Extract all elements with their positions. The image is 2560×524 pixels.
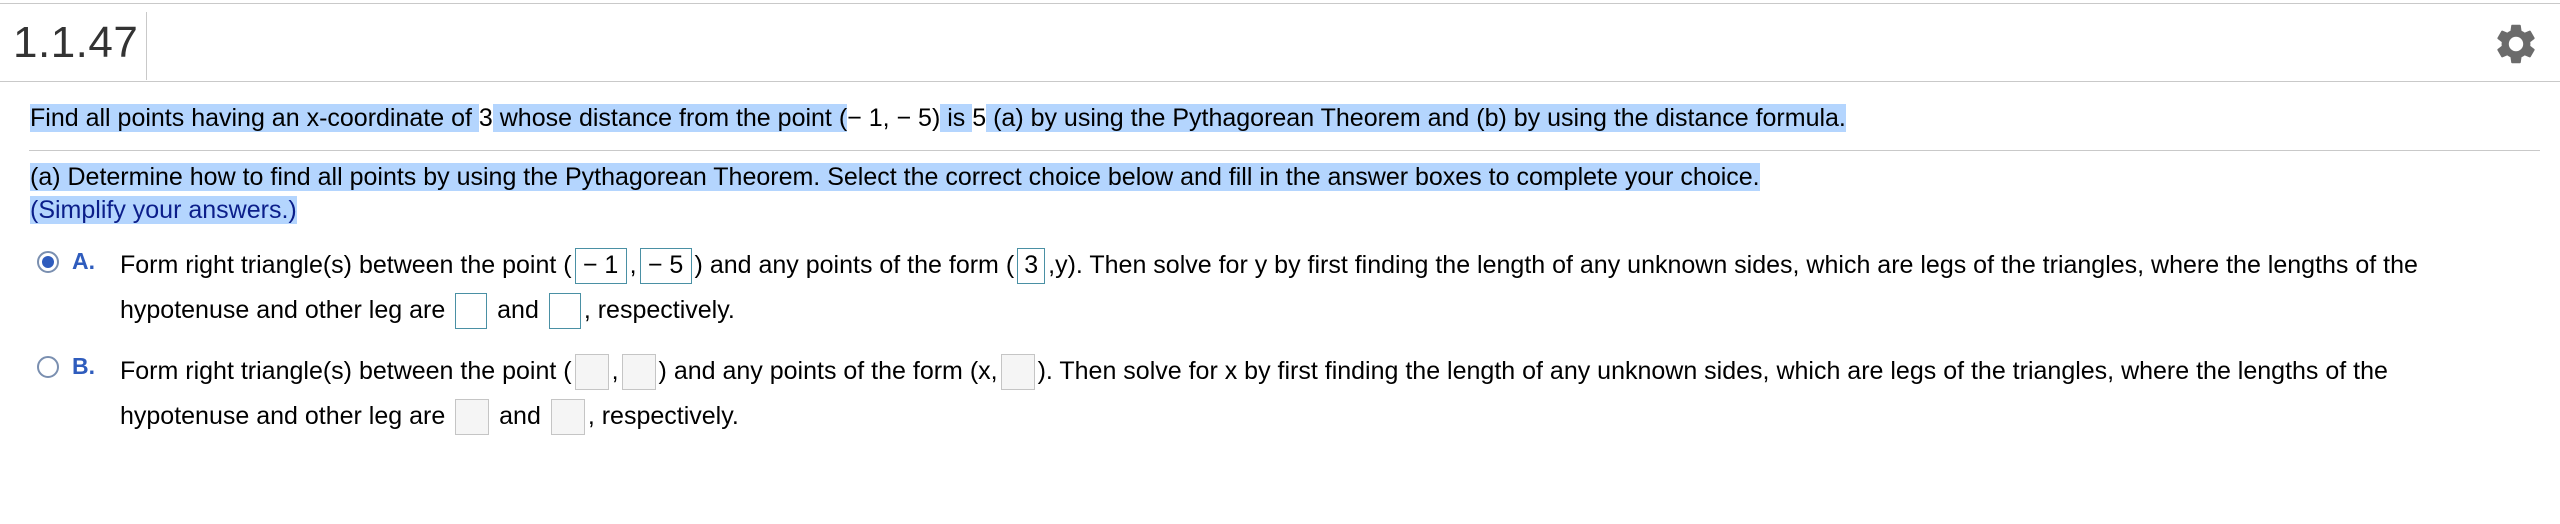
choice-a-line2: hypotenuse and other leg are and , respe…: [120, 293, 735, 330]
choice-b-point-x-box[interactable]: [574, 354, 609, 391]
header-bottom-border: [0, 81, 2560, 82]
choice-b-point-y-box[interactable]: [621, 354, 656, 391]
choice-b-leg-box[interactable]: [550, 399, 585, 436]
problem-statement: Find all points having an x-coordinate o…: [30, 104, 1846, 132]
x-coordinate-value: 3: [478, 104, 493, 132]
choice-a-point-y-box[interactable]: − 5: [639, 248, 692, 285]
part-a-instruction: (a) Determine how to find all points by …: [30, 163, 1760, 191]
gear-icon[interactable]: [2492, 20, 2540, 68]
choice-b-letter: B.: [72, 353, 95, 379]
choice-a-form-x-box[interactable]: 3: [1017, 248, 1046, 285]
choice-b-line2: hypotenuse and other leg are and , respe…: [120, 399, 739, 436]
choice-b-form-y-box[interactable]: [1000, 354, 1035, 391]
question-number: 1.1.47: [13, 18, 139, 67]
choice-b-hypotenuse-box[interactable]: [455, 399, 490, 436]
choice-a-radio[interactable]: [37, 251, 59, 273]
choice-a-point-x-box[interactable]: − 1: [574, 248, 627, 285]
distance-value: 5: [972, 104, 987, 132]
given-point: − 1, − 5): [847, 104, 941, 132]
choice-a-hypotenuse-box[interactable]: [455, 293, 488, 330]
question-header: 1.1.47: [0, 4, 2560, 82]
choice-b-radio[interactable]: [37, 356, 59, 378]
choice-b-line1: Form right triangle(s) between the point…: [120, 354, 2388, 391]
section-divider: [29, 150, 2540, 151]
choice-a-letter: A.: [72, 248, 95, 274]
simplify-note: (Simplify your answers.): [30, 196, 297, 224]
choice-a-leg-box[interactable]: [548, 293, 581, 330]
header-divider: [146, 12, 147, 80]
choice-a-line1: Form right triangle(s) between the point…: [120, 248, 2418, 285]
